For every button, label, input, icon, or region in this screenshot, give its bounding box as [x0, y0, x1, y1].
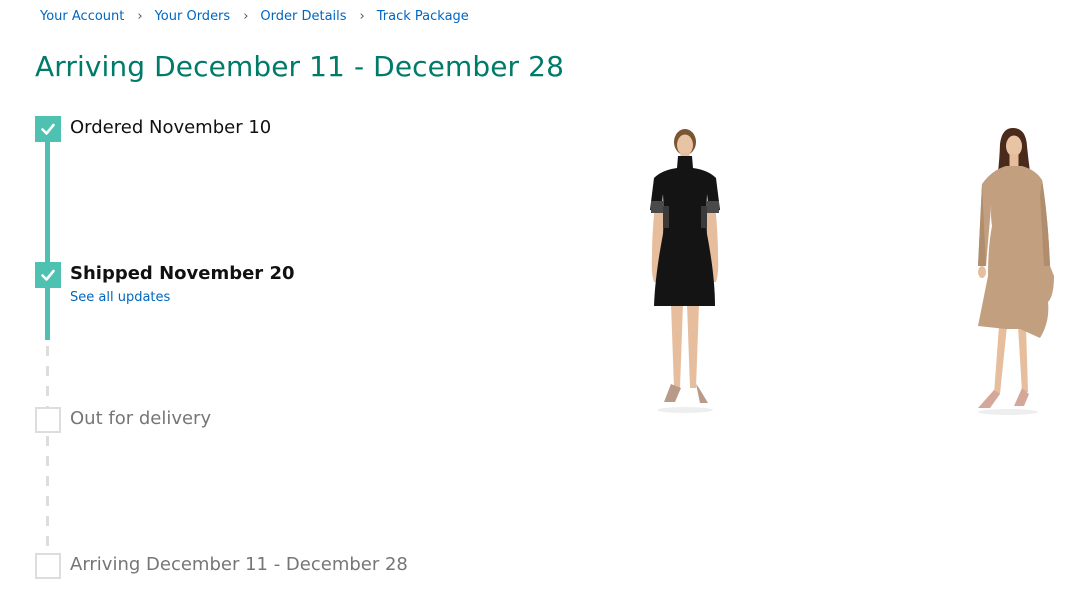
empty-checkbox-icon: [35, 407, 61, 433]
timeline-step-ordered: Ordered November 10: [35, 116, 271, 142]
progress-line-pending: [46, 346, 49, 408]
black-short-sleeve-dress-image: [650, 129, 720, 413]
step-label-shipped: Shipped November 20: [70, 263, 295, 284]
product-image-black-dress[interactable]: [640, 126, 730, 418]
progress-line-completed: [45, 140, 50, 340]
timeline-step-out-for-delivery: Out for delivery: [35, 407, 211, 433]
progress-line-pending: [46, 436, 49, 554]
check-icon: [35, 262, 61, 288]
tracking-timeline: Ordered November 10 Shipped November 20 …: [0, 0, 600, 602]
step-label-out-for-delivery: Out for delivery: [70, 408, 212, 429]
step-label-ordered: Ordered November 10: [70, 117, 272, 138]
step-label-arriving: Arriving December 11 - December 28: [70, 554, 408, 575]
check-icon: [35, 116, 61, 142]
see-all-updates-link[interactable]: See all updates: [70, 290, 170, 305]
camel-long-sleeve-dress-image: [978, 127, 1054, 415]
product-image-camel-dress[interactable]: [968, 126, 1058, 418]
timeline-step-shipped: Shipped November 20 See all updates: [35, 262, 295, 305]
timeline-step-arriving: Arriving December 11 - December 28: [35, 553, 408, 579]
empty-checkbox-icon: [35, 553, 61, 579]
